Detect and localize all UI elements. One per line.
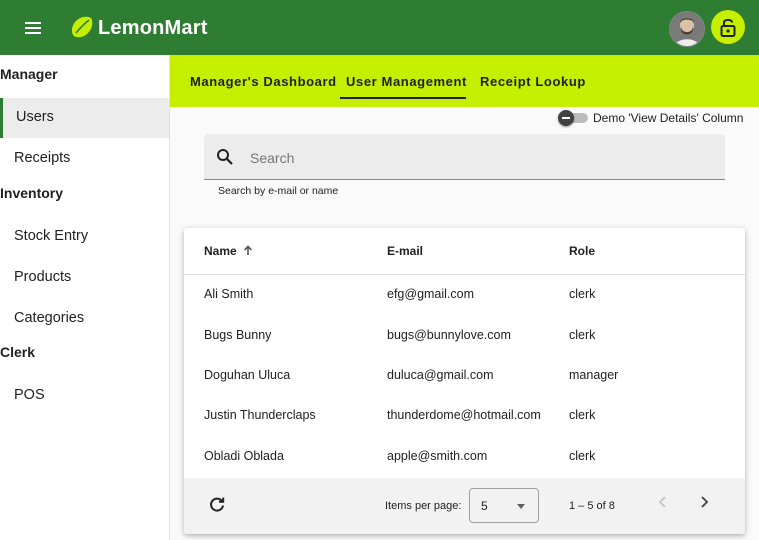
sidebar-header-manager: Manager bbox=[0, 66, 58, 82]
column-header-role[interactable]: Role bbox=[569, 244, 595, 258]
refresh-icon[interactable] bbox=[208, 496, 226, 514]
table-row[interactable]: Justin Thunderclaps thunderdome@hotmail.… bbox=[184, 396, 745, 436]
dropdown-arrow-icon bbox=[517, 504, 525, 509]
sidebar-item-receipts[interactable]: Receipts bbox=[0, 139, 169, 179]
view-details-toggle[interactable] bbox=[558, 110, 588, 126]
cell-name: Doguhan Uluca bbox=[204, 368, 291, 382]
table-row[interactable]: Obladi Oblada apple@smith.com clerk bbox=[184, 437, 745, 477]
sidebar-header-clerk: Clerk bbox=[0, 344, 36, 360]
search-hint: Search by e-mail or name bbox=[218, 185, 339, 197]
toggle-thumb-icon bbox=[558, 110, 574, 126]
cell-email: efg@gmail.com bbox=[387, 287, 475, 301]
paginator: Items per page: 5 1 – 5 of 8 bbox=[184, 478, 745, 534]
cell-name: Justin Thunderclaps bbox=[204, 408, 316, 422]
lock-open-icon bbox=[720, 18, 736, 37]
previous-page-icon[interactable] bbox=[656, 495, 670, 509]
sidebar-item-label: POS bbox=[14, 387, 45, 403]
tab-bar: Manager's Dashboard User Management Rece… bbox=[170, 55, 759, 107]
sidebar-item-label: Receipts bbox=[14, 150, 71, 166]
tab-managers-dashboard[interactable]: Manager's Dashboard bbox=[184, 55, 348, 97]
users-table-card: Name E-mail Role Ali Smith efg@gmail.com… bbox=[184, 228, 745, 534]
cell-name: Bugs Bunny bbox=[204, 328, 272, 342]
toggle-label: Demo 'View Details' Column bbox=[593, 111, 744, 125]
cell-email: apple@smith.com bbox=[387, 449, 488, 463]
cell-name: Obladi Oblada bbox=[204, 449, 284, 463]
sidebar-item-categories[interactable]: Categories bbox=[0, 299, 169, 339]
page-size-value: 5 bbox=[481, 499, 488, 513]
sidebar-item-label: Products bbox=[14, 269, 72, 285]
items-per-page-select[interactable]: 5 bbox=[469, 488, 539, 523]
search-field bbox=[204, 134, 725, 180]
cell-email: bugs@bunnylove.com bbox=[387, 328, 511, 342]
sidebar-item-label: Categories bbox=[14, 310, 85, 326]
cell-role: clerk bbox=[569, 408, 596, 422]
sidebar-header-inventory: Inventory bbox=[0, 185, 64, 201]
sidebar-item-label: Stock Entry bbox=[14, 228, 89, 244]
avatar[interactable] bbox=[669, 11, 705, 47]
cell-role: clerk bbox=[569, 287, 596, 301]
sidebar-item-pos[interactable]: POS bbox=[0, 376, 169, 416]
sort-arrow-up-icon bbox=[243, 245, 253, 255]
search-icon bbox=[217, 149, 233, 165]
table-row[interactable]: Bugs Bunny bugs@bunnylove.com clerk bbox=[184, 316, 745, 356]
cell-email: thunderdome@hotmail.com bbox=[387, 408, 541, 422]
table-row[interactable]: Ali Smith efg@gmail.com clerk bbox=[184, 275, 745, 315]
sidebar-item-label: Users bbox=[16, 109, 54, 125]
cell-role: clerk bbox=[569, 449, 596, 463]
tab-user-management[interactable]: User Management bbox=[340, 55, 466, 99]
menu-icon[interactable] bbox=[22, 16, 46, 40]
top-toolbar: LemonMart bbox=[0, 0, 759, 55]
table-header: Name E-mail Role bbox=[184, 228, 745, 275]
sidebar: Manager Users Receipts Inventory Stock E… bbox=[0, 55, 170, 540]
table-row[interactable]: Doguhan Uluca duluca@gmail.com manager bbox=[184, 356, 745, 396]
items-per-page-label: Items per page: bbox=[385, 500, 462, 512]
lemon-logo-icon bbox=[71, 16, 93, 38]
sidebar-item-products[interactable]: Products bbox=[0, 258, 169, 298]
cell-name: Ali Smith bbox=[204, 287, 254, 301]
search-input[interactable] bbox=[248, 145, 712, 171]
app-title: LemonMart bbox=[98, 17, 208, 39]
tab-receipt-lookup[interactable]: Receipt Lookup bbox=[474, 55, 585, 97]
next-page-icon[interactable] bbox=[697, 495, 711, 509]
cell-role: clerk bbox=[569, 328, 596, 342]
page-range: 1 – 5 of 8 bbox=[569, 500, 615, 512]
cell-email: duluca@gmail.com bbox=[387, 368, 494, 382]
lock-button[interactable] bbox=[711, 10, 745, 44]
sidebar-item-users[interactable]: Users bbox=[0, 98, 169, 138]
cell-role: manager bbox=[569, 368, 619, 382]
column-header-email[interactable]: E-mail bbox=[387, 244, 423, 258]
sidebar-item-stock-entry[interactable]: Stock Entry bbox=[0, 217, 169, 257]
column-header-name[interactable]: Name bbox=[204, 244, 253, 258]
